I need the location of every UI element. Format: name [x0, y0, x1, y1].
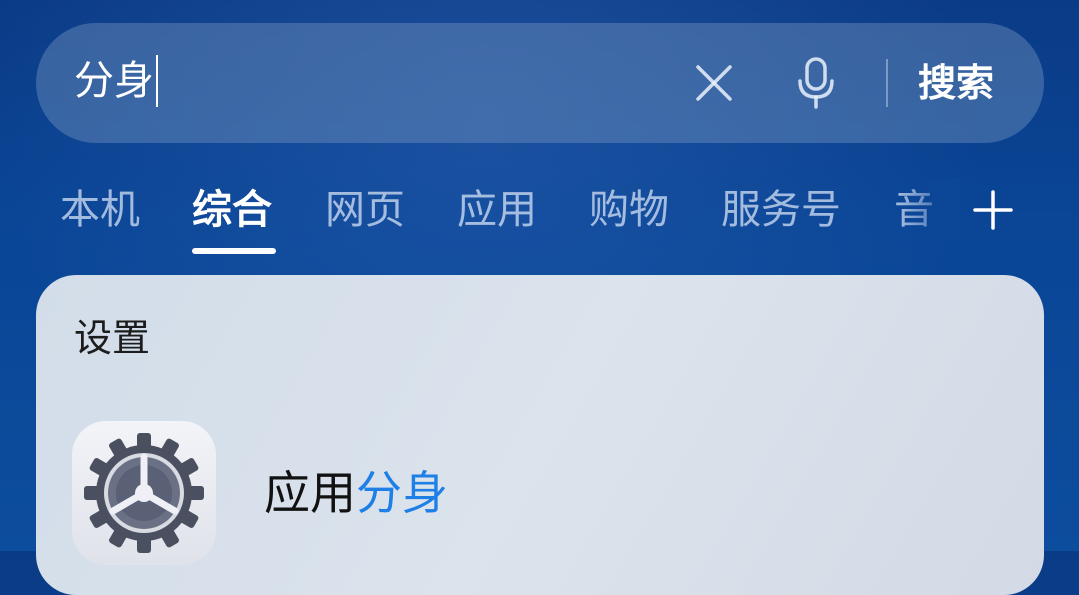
results-card: 设置 应用分身 [36, 275, 1044, 595]
settings-gear-icon [84, 433, 204, 553]
tab-web[interactable]: 网页 [325, 178, 405, 242]
tab-local[interactable]: 本机 [60, 178, 140, 242]
search-input[interactable]: 分身 [74, 53, 158, 109]
tab-music[interactable]: 音 [894, 178, 934, 242]
tab-apps[interactable]: 应用 [457, 178, 537, 242]
result-label: 应用分身 [264, 463, 448, 523]
result-label-highlight: 分身 [356, 466, 448, 520]
search-bar[interactable]: 分身 搜索 [36, 23, 1044, 143]
plus-icon [973, 190, 1013, 230]
result-label-prefix: 应用 [264, 466, 356, 520]
text-caret [156, 55, 158, 107]
active-tab-indicator [192, 248, 276, 254]
search-query-text: 分身 [74, 58, 154, 104]
app-icon [72, 421, 216, 565]
close-icon [696, 65, 732, 101]
tab-service-accounts[interactable]: 服务号 [721, 178, 841, 242]
category-tabs: 本机 综合 网页 应用 购物 服务号 音 [0, 178, 1079, 258]
search-button[interactable]: 搜索 [918, 53, 994, 113]
tab-all[interactable]: 综合 [192, 178, 272, 242]
add-tab-button[interactable] [968, 182, 1018, 238]
search-divider [886, 59, 888, 107]
result-item-app-twin[interactable]: 应用分身 [72, 415, 972, 565]
clear-button[interactable] [686, 55, 742, 111]
card-title: 设置 [74, 316, 151, 360]
microphone-icon [798, 57, 834, 109]
tab-shopping[interactable]: 购物 [589, 178, 669, 242]
voice-search-button[interactable] [788, 53, 844, 113]
